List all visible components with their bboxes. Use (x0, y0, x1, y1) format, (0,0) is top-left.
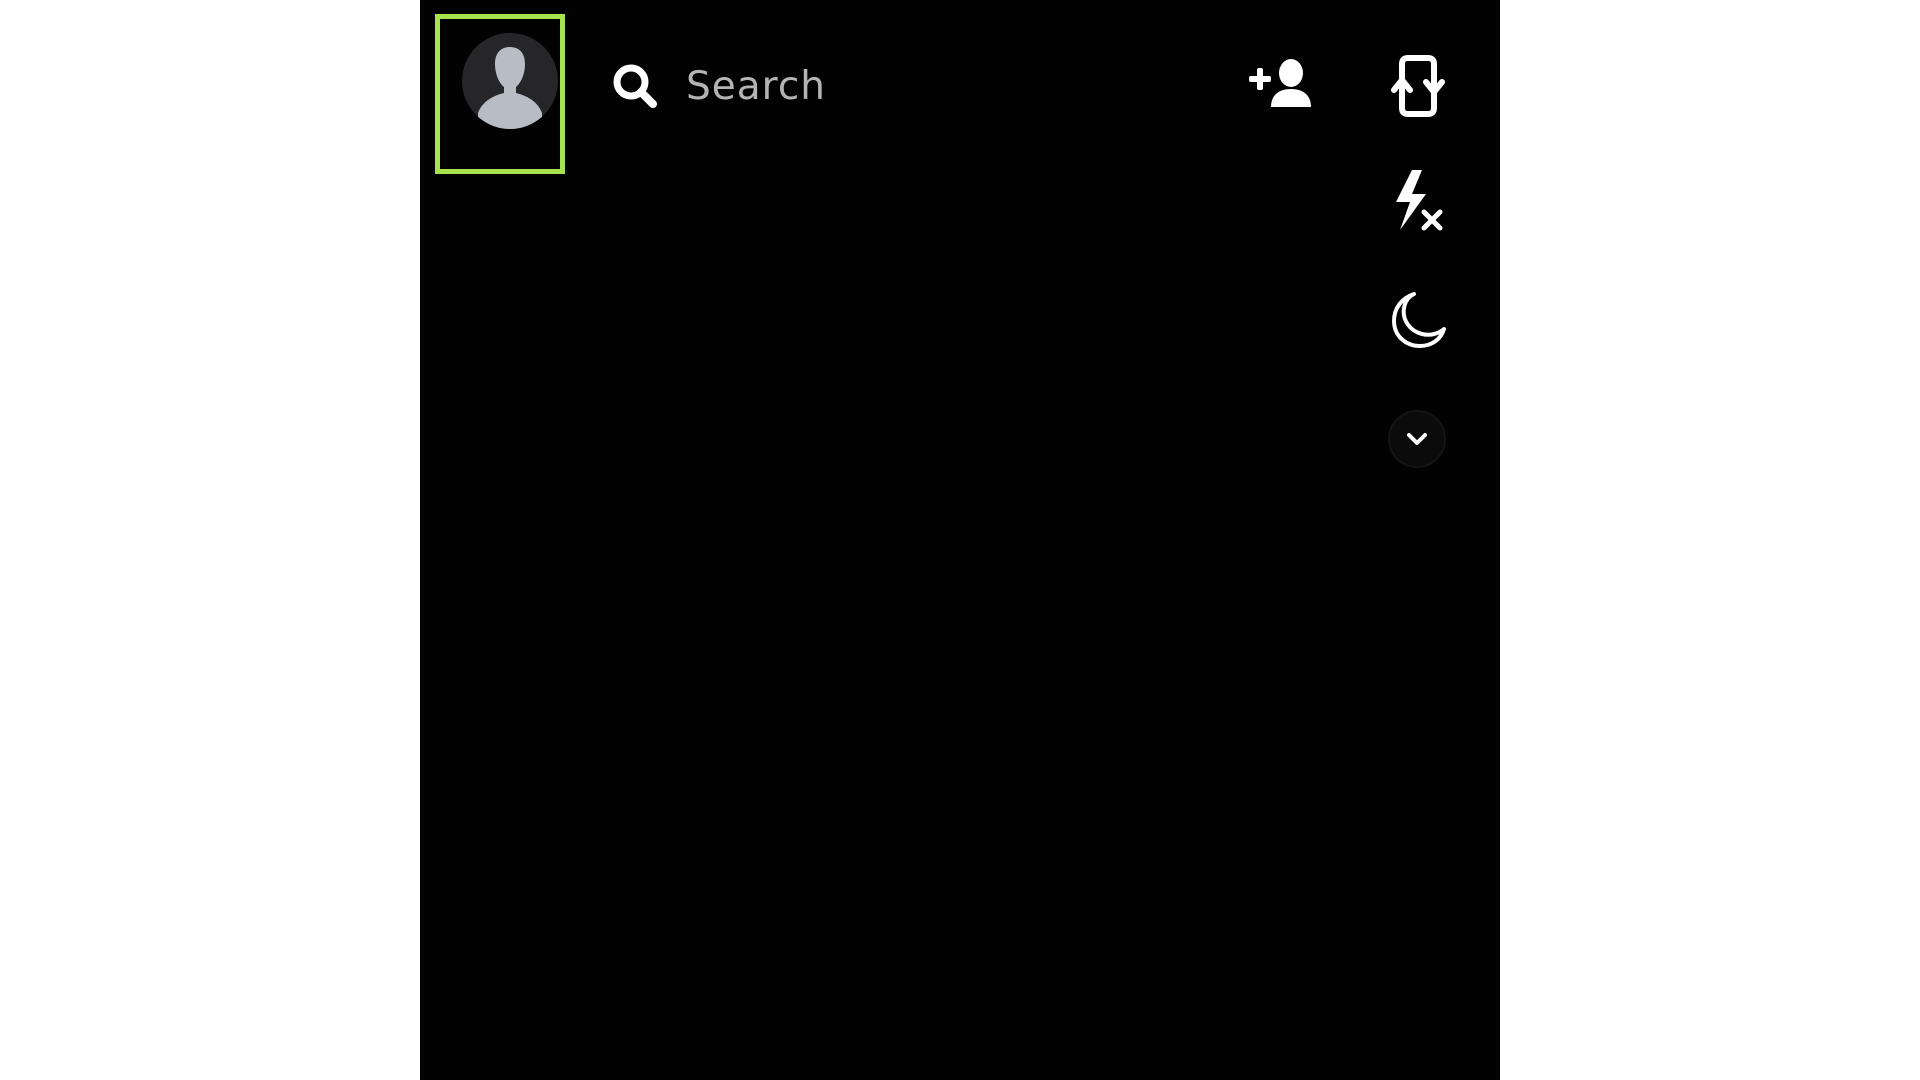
avatar[interactable] (462, 33, 558, 129)
add-friend-button[interactable] (1247, 55, 1317, 115)
search-bar[interactable]: Search (610, 58, 1030, 114)
flash-off-icon (1396, 170, 1443, 231)
avatar-icon (478, 47, 542, 129)
flip-camera-icon (1391, 55, 1445, 117)
chevron-down-icon (1407, 433, 1427, 445)
page: Search (0, 0, 1920, 1080)
camera-screen: Search (420, 0, 1500, 1080)
add-friend-icon (1249, 59, 1311, 107)
more-options-button[interactable] (1388, 410, 1446, 468)
flip-camera-button[interactable] (1386, 50, 1450, 122)
search-icon (610, 61, 660, 111)
night-mode-icon (1392, 292, 1446, 348)
night-mode-button[interactable] (1386, 288, 1450, 352)
flash-button[interactable] (1386, 168, 1450, 238)
search-placeholder: Search (686, 63, 826, 109)
